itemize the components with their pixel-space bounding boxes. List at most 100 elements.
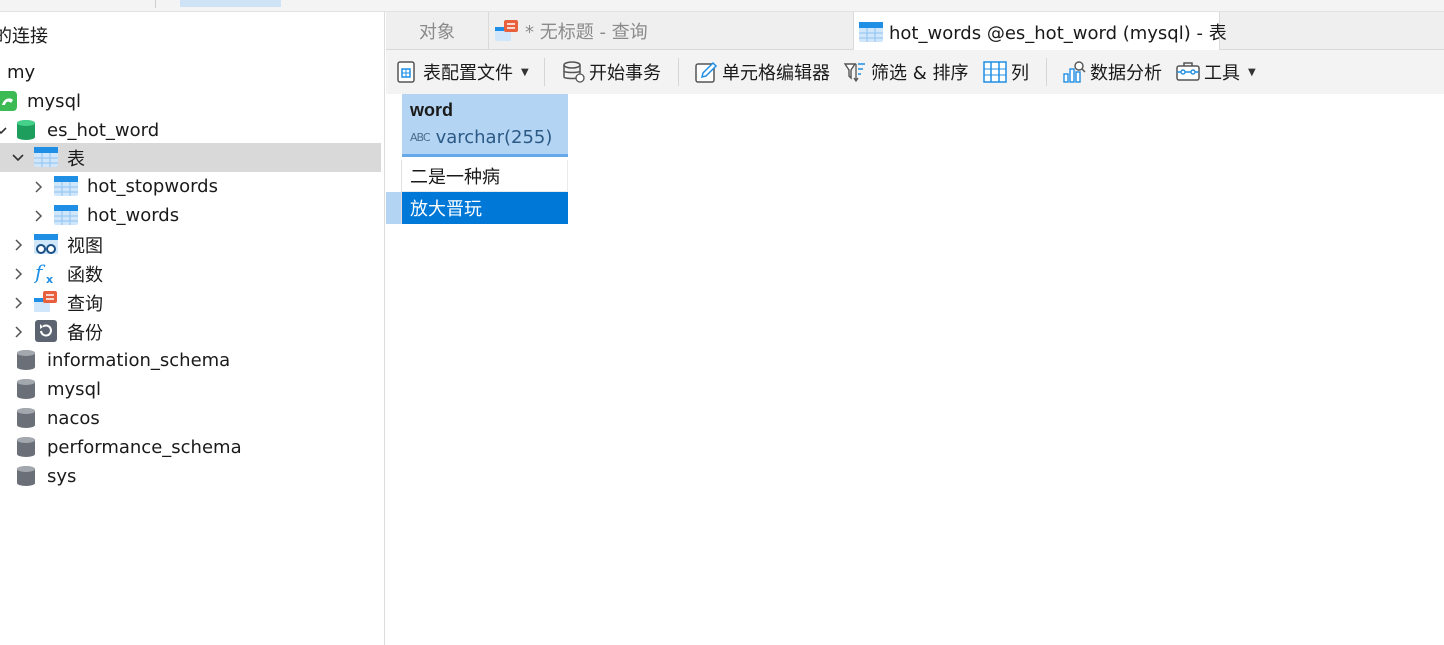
table-cell-selected[interactable]: 放大晋玩 (402, 192, 568, 224)
sidebar-item-label: performance_schema (47, 437, 242, 458)
sidebar-item-label: sys (47, 466, 77, 487)
sidebar-item-label: 备份 (67, 322, 103, 344)
tools-icon (1176, 62, 1200, 81)
pencil-icon (695, 61, 718, 83)
sidebar-item-label: mysql (27, 91, 81, 112)
sidebar-item-functions[interactable]: fx 函数 (0, 259, 381, 288)
views-icon (34, 232, 58, 256)
table-icon (54, 174, 78, 198)
begin-transaction-button[interactable]: 开始事务 (561, 50, 661, 94)
database-icon (14, 348, 38, 372)
toolbar-separator (678, 58, 679, 86)
filter-sort-button[interactable]: 筛选 & 排序 (843, 50, 968, 94)
sidebar-item-information-schema[interactable]: information_schema (0, 346, 381, 375)
data-grid: word ABC varchar(255) 二是一种病 放大晋玩 (386, 94, 1444, 645)
chevron-right-icon[interactable] (31, 180, 45, 194)
sidebar-item-label: my (7, 62, 36, 83)
connection-sidebar: 的连接 my mysql es_hot_word 表 hot_stopwords… (0, 12, 385, 645)
columns-icon (983, 61, 1007, 83)
sidebar-item-mysql-connection[interactable]: mysql (0, 87, 381, 116)
sidebar-item-hot-stopwords[interactable]: hot_stopwords (0, 172, 381, 201)
functions-icon: fx (34, 261, 58, 285)
chevron-right-icon[interactable] (11, 325, 25, 339)
table-cell[interactable]: 二是一种病 (402, 160, 568, 192)
svg-text:x: x (46, 273, 53, 285)
sidebar-item-label: 函数 (67, 264, 103, 286)
tab-objects[interactable]: 对象 (386, 12, 489, 50)
dropdown-caret-icon: ▼ (521, 66, 529, 78)
tab-bar: 对象 * 无标题 - 查询 hot_words @es_hot_word (my… (386, 12, 1444, 51)
sidebar-item-sys[interactable]: sys (0, 462, 381, 491)
tables-folder-icon (34, 145, 58, 169)
data-analysis-button[interactable]: 数据分析 (1062, 50, 1162, 94)
sidebar-item-es-hot-word[interactable]: es_hot_word (0, 116, 381, 145)
sidebar-item-label: hot_stopwords (87, 176, 218, 197)
backup-icon (34, 319, 58, 343)
row-indicator-selected[interactable] (386, 192, 402, 224)
cell-editor-button[interactable]: 单元格编辑器 (694, 50, 830, 94)
sidebar-item-label: hot_words (87, 205, 180, 226)
chevron-right-icon[interactable] (11, 296, 25, 310)
sidebar-item-performance-schema[interactable]: performance_schema (0, 433, 381, 462)
queries-icon (34, 290, 58, 314)
column-type: ABC varchar(255) (410, 127, 552, 148)
table-profile-icon (397, 61, 415, 83)
data-analysis-label: 数据分析 (1090, 63, 1162, 84)
sidebar-item-mysql-db[interactable]: mysql (0, 375, 381, 404)
column-header-word[interactable]: word ABC varchar(255) (402, 94, 568, 157)
query-icon (495, 19, 519, 43)
cell-editor-label: 单元格编辑器 (722, 63, 830, 84)
database-icon (14, 464, 38, 488)
sidebar-item-my[interactable]: my (0, 58, 381, 87)
tab-label: * 无标题 - 查询 (525, 22, 648, 43)
begin-transaction-label: 开始事务 (589, 63, 661, 84)
chevron-down-icon[interactable] (0, 124, 8, 138)
tab-label: 对象 (419, 22, 455, 43)
transaction-icon (563, 61, 585, 83)
row-indicator[interactable] (386, 160, 402, 192)
sidebar-title: 的连接 (0, 26, 48, 47)
chevron-right-icon[interactable] (11, 238, 25, 252)
database-icon (14, 377, 38, 401)
database-icon (14, 406, 38, 430)
database-open-icon (14, 118, 38, 142)
string-type-icon: ABC (410, 131, 431, 144)
dropdown-caret-icon: ▼ (1248, 66, 1256, 78)
mysql-connection-icon (0, 89, 20, 113)
sidebar-item-label: es_hot_word (47, 120, 160, 141)
sidebar-item-label: nacos (47, 408, 100, 429)
sidebar-item-label: mysql (47, 379, 101, 400)
tab-label: hot_words @es_hot_word (mysql) - 表 (889, 22, 1227, 44)
sidebar-item-label: 表 (67, 148, 85, 170)
column-name: word (410, 100, 453, 120)
columns-button[interactable]: 列 (983, 50, 1029, 94)
sidebar-item-backup[interactable]: 备份 (0, 317, 381, 346)
data-analysis-icon (1063, 61, 1086, 83)
table-profile-label: 表配置文件 (423, 63, 513, 84)
database-icon (14, 435, 38, 459)
sidebar-item-label: 视图 (67, 235, 103, 257)
sidebar-item-tables[interactable]: 表 (0, 143, 381, 172)
sidebar-item-label: information_schema (47, 350, 231, 371)
chevron-right-icon[interactable] (11, 267, 25, 281)
sidebar-item-label: 查询 (67, 293, 103, 315)
top-strip (0, 0, 1444, 12)
sidebar-item-nacos[interactable]: nacos (0, 404, 381, 433)
svg-text:f: f (34, 261, 46, 284)
chevron-down-icon[interactable] (11, 151, 25, 165)
top-highlight-tab[interactable] (180, 0, 281, 7)
sidebar-item-hot-words[interactable]: hot_words (0, 201, 381, 230)
tools-button[interactable]: 工具 ▼ (1176, 50, 1256, 94)
table-icon (54, 203, 78, 227)
columns-label: 列 (1011, 63, 1029, 84)
sidebar-item-views[interactable]: 视图 (0, 230, 381, 259)
top-separator (155, 0, 156, 8)
table-profile-button[interactable]: 表配置文件 ▼ (395, 50, 529, 94)
chevron-right-icon[interactable] (31, 209, 45, 223)
tools-label: 工具 (1204, 63, 1240, 84)
tab-untitled-query[interactable]: * 无标题 - 查询 (489, 12, 854, 50)
tab-hot-words-table[interactable]: hot_words @es_hot_word (mysql) - 表 (854, 12, 1227, 51)
toolbar: 表配置文件 ▼ 开始事务 单元格编辑器 筛选 & 排序 列 数据分析 工具 ▼ (386, 50, 1444, 94)
toolbar-separator (544, 58, 545, 86)
sidebar-item-queries[interactable]: 查询 (0, 288, 381, 317)
